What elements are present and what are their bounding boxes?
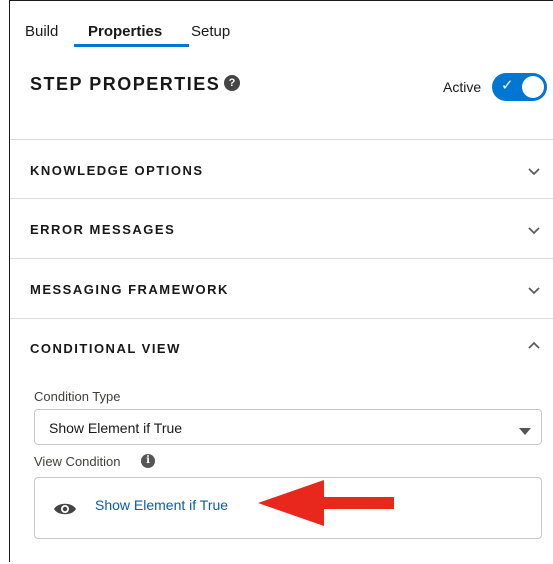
chevron-down-icon[interactable] (527, 164, 541, 178)
section-title: ERROR MESSAGES (30, 222, 176, 237)
step-properties-panel: Build Properties Setup STEP PROPERTIES ?… (9, 0, 553, 562)
view-condition-link[interactable]: Show Element if True (95, 497, 228, 513)
chevron-up-icon[interactable] (527, 339, 541, 353)
tab-setup[interactable]: Setup (191, 23, 230, 40)
caret-down-icon (519, 423, 531, 441)
toggle-knob (522, 76, 544, 98)
section-title: KNOWLEDGE OPTIONS (30, 163, 204, 178)
section-messaging-framework[interactable]: MESSAGING FRAMEWORK (10, 258, 553, 319)
active-label: Active (443, 79, 482, 95)
chevron-down-icon[interactable] (527, 283, 541, 297)
tab-build[interactable]: Build (25, 23, 58, 40)
chevron-down-icon[interactable] (527, 223, 541, 237)
section-title[interactable]: CONDITIONAL VIEW (30, 341, 181, 356)
condition-type-select[interactable]: Show Element if True (34, 409, 542, 445)
section-conditional-view: CONDITIONAL VIEW Condition Type Show Ele… (10, 318, 553, 564)
arrow-left-icon (258, 480, 394, 531)
page-title: STEP PROPERTIES (30, 74, 221, 94)
help-icon[interactable]: ? (224, 75, 240, 91)
view-condition-label: View Condition (34, 454, 121, 469)
section-title: MESSAGING FRAMEWORK (30, 282, 229, 297)
tab-bar: Build Properties Setup (10, 1, 553, 47)
tab-properties[interactable]: Properties (88, 23, 162, 40)
info-icon[interactable]: i (141, 454, 155, 468)
section-error-messages[interactable]: ERROR MESSAGES (10, 198, 553, 258)
eye-icon (53, 502, 77, 521)
active-tab-indicator (74, 44, 189, 47)
active-toggle[interactable]: ✓ (492, 73, 547, 101)
condition-type-value: Show Element if True (49, 420, 183, 436)
check-icon: ✓ (501, 77, 514, 94)
section-knowledge-options[interactable]: KNOWLEDGE OPTIONS (10, 139, 553, 199)
condition-type-label: Condition Type (34, 389, 121, 404)
